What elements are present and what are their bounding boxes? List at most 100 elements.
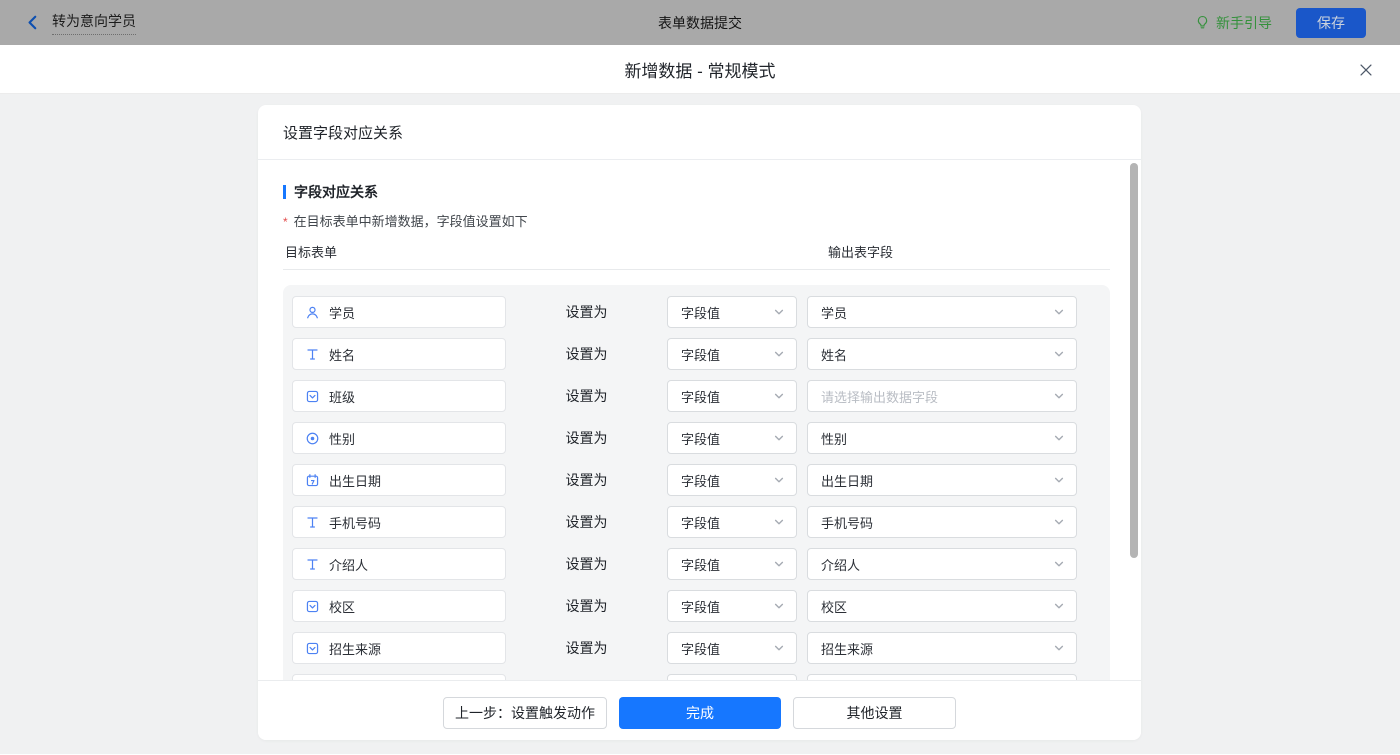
target-field-label: 班级 bbox=[329, 389, 356, 405]
chevron-down-icon bbox=[773, 306, 785, 318]
mapping-row: 校区 设置为 字段值 校区 bbox=[292, 590, 1110, 622]
value-type-value: 字段值 bbox=[681, 473, 721, 489]
output-field-value: 性别 bbox=[821, 431, 848, 447]
output-field-value: 出生日期 bbox=[821, 473, 874, 489]
lightbulb-icon bbox=[1195, 15, 1210, 30]
target-field-label: 性别 bbox=[329, 431, 356, 447]
value-type-select[interactable]: 字段值 bbox=[667, 464, 797, 496]
other-settings-button[interactable]: 其他设置 bbox=[793, 697, 956, 729]
chevron-down-icon bbox=[1053, 474, 1065, 486]
output-field-select[interactable]: 姓名 bbox=[807, 338, 1077, 370]
close-icon[interactable] bbox=[1356, 60, 1376, 80]
target-field-label: 手机号码 bbox=[329, 515, 382, 531]
topbar: 转为意向学员 表单数据提交 新手引导 保存 bbox=[0, 0, 1400, 45]
set-as-label: 设置为 bbox=[565, 388, 608, 404]
output-field-value: 招生来源 bbox=[821, 641, 874, 657]
value-type-select[interactable]: 字段值 bbox=[667, 506, 797, 538]
chevron-down-icon bbox=[1053, 390, 1065, 402]
value-type-select[interactable]: 字段值 bbox=[667, 380, 797, 412]
value-type-select[interactable]: 字段值 bbox=[667, 296, 797, 328]
target-field-box: 性别 bbox=[292, 422, 506, 454]
chevron-down-icon bbox=[1053, 348, 1065, 360]
chevron-down-icon bbox=[773, 600, 785, 612]
mapping-row: 姓名 设置为 字段值 姓名 bbox=[292, 338, 1110, 370]
target-field-label: 出生日期 bbox=[329, 473, 382, 489]
chevron-down-icon bbox=[773, 516, 785, 528]
set-as-label: 设置为 bbox=[565, 556, 608, 572]
card-footer: 上一步：设置触发动作 完成 其他设置 bbox=[258, 680, 1141, 740]
section-note: * 在目标表单中新增数据，字段值设置如下 bbox=[283, 214, 528, 229]
text-field-icon bbox=[305, 557, 320, 572]
target-field-box: 手机号码 bbox=[292, 506, 506, 538]
set-as-label: 设置为 bbox=[565, 346, 608, 362]
value-type-value: 字段值 bbox=[681, 347, 721, 363]
value-type-value: 字段值 bbox=[681, 389, 721, 405]
mapping-row: 招生来源 设置为 字段值 招生来源 bbox=[292, 632, 1110, 664]
date-field-icon bbox=[305, 473, 320, 488]
done-button[interactable]: 完成 bbox=[619, 697, 781, 729]
prev-step-button[interactable]: 上一步：设置触发动作 bbox=[443, 697, 607, 729]
output-field-select[interactable]: 性别 bbox=[807, 422, 1077, 454]
chevron-left-icon bbox=[24, 14, 41, 31]
column-header-output-fields: 输出表字段 bbox=[828, 245, 894, 260]
target-field-box: 校区 bbox=[292, 590, 506, 622]
set-as-label: 设置为 bbox=[565, 430, 608, 446]
chevron-down-icon bbox=[773, 474, 785, 486]
output-field-value: 姓名 bbox=[821, 347, 848, 363]
chevron-down-icon bbox=[1053, 600, 1065, 612]
set-as-label: 设置为 bbox=[565, 304, 608, 320]
chevron-down-icon bbox=[773, 432, 785, 444]
topbar-actions: 新手引导 保存 bbox=[1195, 0, 1366, 45]
modal-title: 新增数据 - 常规模式 bbox=[624, 61, 776, 81]
output-field-value: 介绍人 bbox=[821, 557, 861, 573]
section-accent-bar bbox=[283, 185, 286, 199]
mapping-row: 班级 设置为 字段值 请选择输出数据字段 bbox=[292, 380, 1110, 412]
user-field-icon bbox=[305, 305, 320, 320]
output-field-select[interactable]: 介绍人 bbox=[807, 548, 1077, 580]
value-type-select[interactable]: 字段值 bbox=[667, 422, 797, 454]
chevron-down-icon bbox=[1053, 516, 1065, 528]
value-type-value: 字段值 bbox=[681, 431, 721, 447]
output-field-select[interactable]: 学员 bbox=[807, 296, 1077, 328]
select-field-icon bbox=[305, 599, 320, 614]
target-field-box: 介绍人 bbox=[292, 548, 506, 580]
target-field-label: 校区 bbox=[329, 599, 356, 615]
output-field-select[interactable]: 校区 bbox=[807, 590, 1077, 622]
flow-name-label[interactable]: 转为意向学员 bbox=[52, 11, 136, 35]
target-field-box: 学员 bbox=[292, 296, 506, 328]
output-field-value: 请选择输出数据字段 bbox=[821, 389, 939, 405]
text-field-icon bbox=[305, 515, 320, 530]
target-field-label: 姓名 bbox=[329, 347, 356, 363]
chevron-down-icon bbox=[773, 348, 785, 360]
chevron-down-icon bbox=[773, 390, 785, 402]
back-button[interactable]: 转为意向学员 bbox=[24, 11, 136, 35]
chevron-down-icon bbox=[773, 558, 785, 570]
value-type-value: 字段值 bbox=[681, 515, 721, 531]
divider bbox=[283, 269, 1110, 270]
output-field-select[interactable]: 手机号码 bbox=[807, 506, 1077, 538]
output-field-value: 学员 bbox=[821, 305, 848, 321]
output-field-select[interactable]: 招生来源 bbox=[807, 632, 1077, 664]
page-title: 表单数据提交 bbox=[658, 14, 742, 31]
value-type-select[interactable]: 字段值 bbox=[667, 338, 797, 370]
set-as-label: 设置为 bbox=[565, 598, 608, 614]
output-field-value: 手机号码 bbox=[821, 515, 874, 531]
value-type-select[interactable]: 字段值 bbox=[667, 548, 797, 580]
radio-field-icon bbox=[305, 431, 320, 446]
beginner-guide-link[interactable]: 新手引导 bbox=[1195, 13, 1272, 33]
value-type-value: 字段值 bbox=[681, 557, 721, 573]
select-field-icon bbox=[305, 641, 320, 656]
value-type-value: 字段值 bbox=[681, 305, 721, 321]
output-field-select[interactable]: 请选择输出数据字段 bbox=[807, 380, 1077, 412]
value-type-select[interactable]: 字段值 bbox=[667, 632, 797, 664]
save-button[interactable]: 保存 bbox=[1296, 7, 1366, 38]
column-header-target-form: 目标表单 bbox=[285, 245, 338, 260]
set-as-label: 设置为 bbox=[565, 640, 608, 656]
scrollbar-thumb[interactable] bbox=[1130, 163, 1138, 558]
section-title: 字段对应关系 bbox=[283, 182, 378, 202]
beginner-guide-label: 新手引导 bbox=[1216, 14, 1272, 31]
modal-body: 设置字段对应关系 字段对应关系 * 在目标表单中新增数据，字段值设置如下 目标表单… bbox=[0, 94, 1400, 754]
value-type-select[interactable]: 字段值 bbox=[667, 590, 797, 622]
text-field-icon bbox=[305, 347, 320, 362]
output-field-select[interactable]: 出生日期 bbox=[807, 464, 1077, 496]
